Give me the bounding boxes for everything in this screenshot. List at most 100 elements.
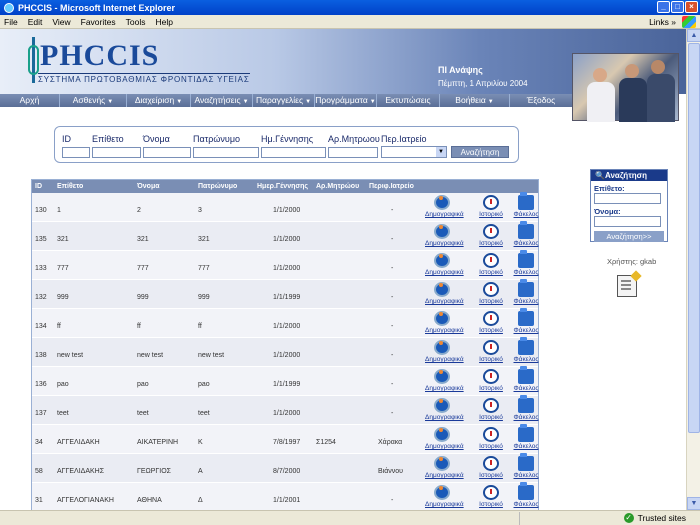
menu-edit[interactable]: Edit	[28, 17, 43, 27]
demographics-link-group[interactable]: Δημογραφικά	[425, 282, 464, 305]
folder-icon[interactable]	[518, 424, 534, 442]
history-clock-icon[interactable]	[483, 195, 499, 210]
folder-link-group[interactable]: Φάκελος	[509, 453, 543, 479]
demographics-link-group[interactable]: Δημογραφικά	[425, 195, 464, 218]
demographics-link[interactable]: Δημογραφικά	[425, 385, 464, 392]
menu-view[interactable]: View	[52, 17, 70, 27]
folder-link-group[interactable]: Φάκελος	[509, 366, 543, 392]
history-link-group[interactable]: Ιστορικό	[474, 369, 508, 392]
folder-link-group[interactable]: Φάκελος	[509, 482, 543, 508]
nav-exit[interactable]: Έξοδος	[510, 94, 572, 107]
nav-patient[interactable]: Ασθενής ▼	[60, 94, 127, 107]
nav-searches[interactable]: Αναζητήσεις ▼	[191, 94, 253, 107]
demographics-link-group[interactable]: Δημογραφικά	[425, 398, 464, 421]
folder-icon[interactable]	[518, 395, 534, 413]
demographics-icon[interactable]	[434, 369, 450, 384]
nav-orders[interactable]: Παραγγελίες ▼	[253, 94, 315, 107]
folder-link-group[interactable]: Φάκελος	[509, 337, 543, 363]
folder-link-group[interactable]: Φάκελος	[509, 308, 543, 334]
folder-link[interactable]: Φάκελος	[509, 211, 543, 218]
father-input[interactable]	[193, 147, 259, 158]
history-link-group[interactable]: Ιστορικό	[474, 485, 508, 508]
maximize-icon[interactable]: □	[671, 1, 684, 13]
history-link[interactable]: Ιστορικό	[474, 501, 508, 508]
history-clock-icon[interactable]	[483, 485, 499, 500]
scroll-thumb[interactable]	[688, 43, 700, 433]
folder-icon[interactable]	[518, 337, 534, 355]
folder-icon[interactable]	[518, 366, 534, 384]
demographics-link-group[interactable]: Δημογραφικά	[425, 456, 464, 479]
history-link-group[interactable]: Ιστορικό	[474, 427, 508, 450]
history-link[interactable]: Ιστορικό	[474, 356, 508, 363]
folder-link-group[interactable]: Φάκελος	[509, 221, 543, 247]
history-link-group[interactable]: Ιστορικό	[474, 282, 508, 305]
history-link[interactable]: Ιστορικό	[474, 240, 508, 247]
nav-management[interactable]: Διαχείριση ▼	[127, 94, 191, 107]
folder-link[interactable]: Φάκελος	[509, 501, 543, 508]
history-clock-icon[interactable]	[483, 311, 499, 326]
surname-input[interactable]	[92, 147, 141, 158]
folder-icon[interactable]	[518, 250, 534, 268]
folder-link-group[interactable]: Φάκελος	[509, 192, 543, 218]
demographics-link[interactable]: Δημογραφικά	[425, 414, 464, 421]
scroll-up-icon[interactable]: ▲	[687, 29, 700, 42]
folder-icon[interactable]	[518, 482, 534, 500]
vertical-scrollbar[interactable]: ▲ ▼	[686, 29, 700, 510]
demographics-link[interactable]: Δημογραφικά	[425, 472, 464, 479]
demographics-link-group[interactable]: Δημογραφικά	[425, 340, 464, 363]
demographics-icon[interactable]	[434, 340, 450, 355]
demographics-icon[interactable]	[434, 485, 450, 500]
demographics-icon[interactable]	[434, 282, 450, 297]
history-clock-icon[interactable]	[483, 456, 499, 471]
demographics-link-group[interactable]: Δημογραφικά	[425, 427, 464, 450]
nav-help[interactable]: Βοήθεια ▼	[440, 94, 510, 107]
history-clock-icon[interactable]	[483, 340, 499, 355]
clinic-select[interactable]: ▼	[381, 146, 447, 158]
folder-link[interactable]: Φάκελος	[509, 443, 543, 450]
demographics-link-group[interactable]: Δημογραφικά	[425, 311, 464, 334]
history-clock-icon[interactable]	[483, 427, 499, 442]
demographics-link-group[interactable]: Δημογραφικά	[425, 369, 464, 392]
demographics-icon[interactable]	[434, 253, 450, 268]
folder-link[interactable]: Φάκελος	[509, 327, 543, 334]
demographics-icon[interactable]	[434, 398, 450, 413]
quick-surname-input[interactable]	[594, 193, 661, 204]
demographics-link[interactable]: Δημογραφικά	[425, 327, 464, 334]
search-button[interactable]: Αναζήτηση	[451, 146, 509, 158]
minimize-icon[interactable]: _	[657, 1, 670, 13]
folder-link[interactable]: Φάκελος	[509, 269, 543, 276]
quick-name-input[interactable]	[594, 216, 661, 227]
demographics-link[interactable]: Δημογραφικά	[425, 298, 464, 305]
folder-link[interactable]: Φάκελος	[509, 356, 543, 363]
history-link[interactable]: Ιστορικό	[474, 269, 508, 276]
menu-help[interactable]: Help	[155, 17, 172, 27]
history-link-group[interactable]: Ιστορικό	[474, 224, 508, 247]
history-link[interactable]: Ιστορικό	[474, 385, 508, 392]
folder-link[interactable]: Φάκελος	[509, 298, 543, 305]
demographics-link-group[interactable]: Δημογραφικά	[425, 253, 464, 276]
id-input[interactable]	[62, 147, 90, 158]
history-clock-icon[interactable]	[483, 282, 499, 297]
history-link[interactable]: Ιστορικό	[474, 472, 508, 479]
history-clock-icon[interactable]	[483, 224, 499, 239]
nav-prints[interactable]: Εκτυπώσεις	[377, 94, 440, 107]
folder-link[interactable]: Φάκελος	[509, 414, 543, 421]
demographics-link[interactable]: Δημογραφικά	[425, 501, 464, 508]
demographics-icon[interactable]	[434, 427, 450, 442]
quick-search-button[interactable]: Αναζήτηση>>	[594, 231, 664, 242]
demographics-icon[interactable]	[434, 195, 450, 210]
demographics-link[interactable]: Δημογραφικά	[425, 443, 464, 450]
demographics-link[interactable]: Δημογραφικά	[425, 269, 464, 276]
history-clock-icon[interactable]	[483, 369, 499, 384]
menu-favorites[interactable]: Favorites	[81, 17, 116, 27]
folder-link-group[interactable]: Φάκελος	[509, 250, 543, 276]
folder-link[interactable]: Φάκελος	[509, 240, 543, 247]
history-link-group[interactable]: Ιστορικό	[474, 340, 508, 363]
demographics-icon[interactable]	[434, 311, 450, 326]
folder-icon[interactable]	[518, 453, 534, 471]
demographics-link[interactable]: Δημογραφικά	[425, 240, 464, 247]
history-link[interactable]: Ιστορικό	[474, 414, 508, 421]
history-clock-icon[interactable]	[483, 398, 499, 413]
dob-input[interactable]	[261, 147, 326, 158]
history-link[interactable]: Ιστορικό	[474, 211, 508, 218]
